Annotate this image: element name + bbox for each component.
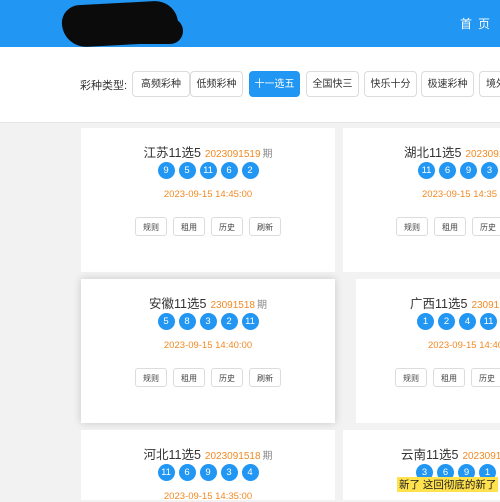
- home-link[interactable]: 首页: [460, 15, 496, 32]
- history-button[interactable]: 历史: [471, 368, 500, 387]
- rules-button[interactable]: 规则: [135, 217, 167, 236]
- rules-button[interactable]: 规则: [135, 368, 167, 387]
- draw-time: 2023-09-15 14:35: [422, 189, 498, 200]
- card-issue: 2023091519: [204, 149, 261, 160]
- result-ball: 3: [220, 464, 238, 481]
- result-ball: 4: [459, 313, 476, 330]
- history-button[interactable]: 历史: [211, 217, 243, 236]
- redacted-logo-part: [95, 18, 183, 44]
- result-ball: 4: [241, 464, 259, 481]
- rent-button[interactable]: 租用: [173, 368, 205, 387]
- result-ball: 9: [199, 464, 217, 481]
- card-issue-suffix: 期: [256, 300, 267, 311]
- card-issue: 2023091518: [204, 451, 261, 462]
- page: { "header": { "home_label": "首页", "color…: [0, 0, 500, 502]
- result-ball: 3: [199, 313, 217, 330]
- card-actions: 规则 租用 历史: [392, 368, 500, 387]
- result-ball: 2: [241, 162, 259, 179]
- refresh-button[interactable]: 刷新: [249, 217, 281, 236]
- card-actions: 规则 租用 历史: [393, 217, 500, 236]
- result-ball: 5: [157, 313, 175, 330]
- top-header: 首页: [0, 0, 500, 49]
- rules-button[interactable]: 规则: [395, 368, 427, 387]
- rent-button[interactable]: 租用: [434, 217, 466, 236]
- draw-time: 2023-09-15 14:40: [428, 340, 500, 351]
- lottery-card-hubei[interactable]: 湖北11选52023091 11693 2023-09-15 14:35 规则租…: [343, 128, 500, 272]
- result-balls: 5 8 3 2 11: [81, 313, 335, 330]
- filter-chip-speed[interactable]: 极速彩种: [421, 71, 474, 97]
- overlay-toast: 新了 这回彻底的新了: [397, 477, 499, 492]
- result-ball: 2: [220, 313, 238, 330]
- lottery-card-guangxi[interactable]: 广西11选5 23091 1 2 4 11 2023-09-15 14:40 规则 租用历…: [356, 279, 500, 423]
- lottery-card-hebei[interactable]: 河北11选5 2023091518 期 11 6 9 3 4 2023-09-15 14:3…: [81, 430, 335, 502]
- result-ball: 6: [439, 162, 456, 179]
- card-actions: 规则 租用 历史 刷新: [81, 368, 335, 387]
- card-name: 安徽11选5: [149, 297, 207, 311]
- result-ball: 2: [438, 313, 455, 330]
- result-ball: 11: [157, 464, 175, 481]
- filter-label: 彩种类型:: [80, 80, 128, 92]
- card-name: 河北11选5: [143, 448, 201, 462]
- filter-chip-happy10[interactable]: 快乐十分: [364, 71, 417, 97]
- filter-chip-high-frequency[interactable]: 高频彩种: [132, 71, 190, 97]
- result-ball: 6: [220, 162, 238, 179]
- filter-chip-11x5[interactable]: 十一选五: [249, 71, 300, 97]
- card-name: 广西11选5: [410, 297, 468, 311]
- card-title: 湖北11选52023091: [404, 142, 500, 161]
- refresh-button[interactable]: 刷新: [249, 368, 281, 387]
- result-ball: 11: [480, 313, 497, 330]
- card-name: 云南11选5: [401, 448, 459, 462]
- lottery-card-jiangsu[interactable]: 江苏11选5 2023091519 期 9 5 11 6 2 2023-09-15 14:4…: [81, 128, 335, 272]
- result-ball: 1: [417, 313, 434, 330]
- result-ball: 11: [418, 162, 435, 179]
- result-balls: 1 2 4 11: [415, 313, 499, 330]
- card-title: 云南11选5 2023091: [401, 444, 500, 463]
- result-ball: 9: [460, 162, 477, 179]
- card-name: 湖北11选5: [404, 146, 462, 160]
- card-title: 广西11选5 23091: [410, 293, 499, 312]
- filter-chip-overseas[interactable]: 境外: [479, 71, 500, 97]
- card-title: 安徽11选5 23091518 期: [81, 293, 335, 312]
- draw-time: 2023-09-15 14:40:00: [163, 340, 253, 351]
- result-ball: 3: [481, 162, 498, 179]
- history-button[interactable]: 历史: [472, 217, 500, 236]
- card-title: 江苏11选5 2023091519 期: [81, 142, 335, 161]
- result-ball: 5: [178, 162, 196, 179]
- draw-time: 2023-09-15 14:35:00: [163, 491, 253, 502]
- card-actions: 规则 租用 历史 刷新: [81, 217, 335, 236]
- card-title: 河北11选5 2023091518 期: [81, 444, 335, 463]
- rent-button[interactable]: 租用: [433, 368, 465, 387]
- filter-chip-kuai3[interactable]: 全国快三: [306, 71, 359, 97]
- result-ball: 11: [241, 313, 259, 330]
- rules-button[interactable]: 规则: [396, 217, 428, 236]
- card-issue: 23091: [471, 300, 500, 311]
- card-issue-suffix: 期: [262, 451, 273, 462]
- card-issue: 2023091: [462, 451, 500, 462]
- result-balls: 11 6 9 3 4: [81, 464, 335, 481]
- result-ball: 8: [178, 313, 196, 330]
- history-button[interactable]: 历史: [211, 368, 243, 387]
- card-issue: 23091518: [210, 300, 255, 311]
- card-name: 江苏11选5: [143, 146, 201, 160]
- result-ball: 11: [199, 162, 217, 179]
- result-ball: 6: [178, 464, 196, 481]
- filter-chip-low-frequency[interactable]: 低频彩种: [190, 71, 243, 97]
- lottery-card-anhui[interactable]: 安徽11选5 23091518 期 5 8 3 2 11 2023-09-15 14:40:…: [81, 279, 335, 423]
- card-issue-suffix: 期: [262, 149, 273, 160]
- result-balls: 9 5 11 6 2: [81, 162, 335, 179]
- rent-button[interactable]: 租用: [173, 217, 205, 236]
- draw-time: 2023-09-15 14:45:00: [163, 189, 253, 200]
- result-balls: 11 6 9 3: [416, 162, 500, 179]
- card-issue: 2023091: [465, 149, 500, 160]
- result-ball: 9: [157, 162, 175, 179]
- lottery-type-filter: 彩种类型: 高频彩种 低频彩种 十一选五 全国快三 快乐十分 极速彩种 境外: [0, 47, 500, 123]
